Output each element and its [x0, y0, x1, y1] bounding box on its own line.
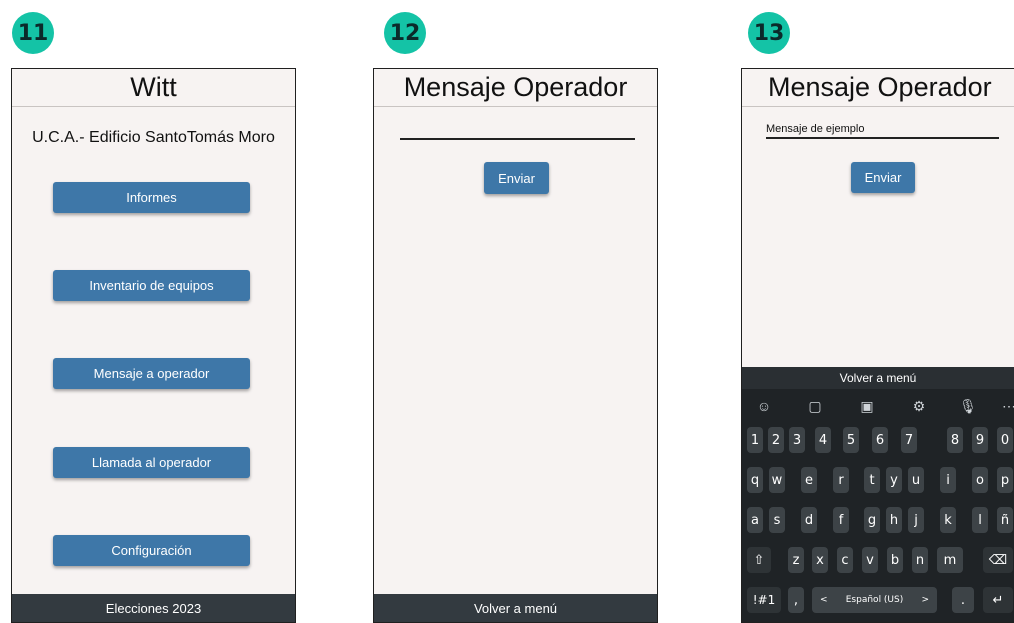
configuracion-button[interactable]: Configuración [53, 535, 250, 566]
period-key[interactable]: . [952, 587, 974, 613]
phone-screen-menu: Witt U.C.A.- Edificio SantoTomás Moro In… [11, 68, 296, 623]
emoji-icon[interactable]: ☺ [755, 397, 773, 415]
key-enye[interactable]: ñ [997, 507, 1013, 533]
language-left-icon: < [820, 595, 828, 605]
space-key[interactable]: < Español (US) > [812, 587, 937, 613]
clipboard-icon[interactable]: ▢ [806, 397, 824, 415]
key-w[interactable]: w [769, 467, 785, 493]
key-r[interactable]: r [833, 467, 849, 493]
key-j[interactable]: j [908, 507, 924, 533]
key-b[interactable]: b [887, 547, 903, 573]
key-x[interactable]: x [812, 547, 828, 573]
key-a[interactable]: a [747, 507, 763, 533]
key-c[interactable]: c [837, 547, 853, 573]
key-8[interactable]: 8 [947, 427, 963, 453]
send-button[interactable]: Enviar [484, 162, 549, 194]
key-e[interactable]: e [801, 467, 817, 493]
send-button[interactable]: Enviar [851, 162, 915, 193]
page-title: Mensaje Operador [374, 69, 657, 107]
message-input[interactable] [400, 121, 635, 137]
footer-bar: Elecciones 2023 [12, 594, 295, 622]
soft-keyboard: Volver a menú ☺ ▢ ▣ ⚙ 🎙 ⋯ 1 2 3 4 5 6 7 … [742, 367, 1014, 622]
key-4[interactable]: 4 [815, 427, 831, 453]
key-t[interactable]: t [864, 467, 880, 493]
microphone-icon[interactable]: 🎙 [959, 397, 977, 415]
key-z[interactable]: z [788, 547, 804, 573]
comma-key[interactable]: , [788, 587, 804, 613]
key-6[interactable]: 6 [872, 427, 888, 453]
settings-icon[interactable]: ⚙ [910, 397, 928, 415]
key-i[interactable]: i [940, 467, 956, 493]
key-g[interactable]: g [864, 507, 880, 533]
key-0[interactable]: 0 [997, 427, 1013, 453]
back-to-menu-button[interactable]: Volver a menú [742, 367, 1014, 389]
key-p[interactable]: p [997, 467, 1013, 493]
phone-screen-message-empty: Mensaje Operador Enviar Volver a menú [373, 68, 658, 623]
enter-key[interactable]: ↵ [983, 587, 1013, 613]
key-9[interactable]: 9 [972, 427, 988, 453]
key-7[interactable]: 7 [901, 427, 917, 453]
key-v[interactable]: v [862, 547, 878, 573]
inventario-button[interactable]: Inventario de equipos [53, 270, 250, 301]
page-title: Witt [12, 69, 295, 107]
page-title: Mensaje Operador [742, 69, 1014, 107]
key-k[interactable]: k [940, 507, 956, 533]
key-1[interactable]: 1 [747, 427, 763, 453]
step-badge-11: 11 [12, 12, 54, 54]
message-input[interactable]: Mensaje de ejemplo [766, 123, 999, 135]
key-o[interactable]: o [972, 467, 988, 493]
sticker-icon[interactable]: ▣ [858, 397, 876, 415]
step-badge-13: 13 [748, 12, 790, 54]
back-to-menu-button[interactable]: Volver a menú [374, 594, 657, 622]
key-m[interactable]: m [937, 547, 963, 573]
key-u[interactable]: u [908, 467, 924, 493]
location-subtitle: U.C.A.- Edificio SantoTomás Moro [32, 129, 275, 146]
key-n[interactable]: n [912, 547, 928, 573]
key-h[interactable]: h [886, 507, 902, 533]
shift-key[interactable]: ⇧ [747, 547, 771, 573]
key-y[interactable]: y [886, 467, 902, 493]
mensaje-operador-button[interactable]: Mensaje a operador [53, 358, 250, 389]
key-f[interactable]: f [833, 507, 849, 533]
more-icon[interactable]: ⋯ [1000, 397, 1014, 415]
message-input-underline [766, 137, 999, 139]
key-3[interactable]: 3 [789, 427, 805, 453]
key-5[interactable]: 5 [843, 427, 859, 453]
message-input-underline [400, 138, 635, 140]
phone-screen-message-typing: Mensaje Operador Mensaje de ejemplo Envi… [741, 68, 1014, 623]
symbols-key[interactable]: !#1 [747, 587, 781, 613]
informes-button[interactable]: Informes [53, 182, 250, 213]
key-l[interactable]: l [972, 507, 988, 533]
step-badge-12: 12 [384, 12, 426, 54]
key-q[interactable]: q [747, 467, 763, 493]
backspace-key[interactable]: ⌫ [983, 547, 1013, 573]
key-2[interactable]: 2 [768, 427, 784, 453]
key-s[interactable]: s [769, 507, 785, 533]
space-language-label: Español (US) [845, 595, 904, 605]
llamada-operador-button[interactable]: Llamada al operador [53, 447, 250, 478]
language-right-icon: > [921, 595, 929, 605]
key-d[interactable]: d [801, 507, 817, 533]
